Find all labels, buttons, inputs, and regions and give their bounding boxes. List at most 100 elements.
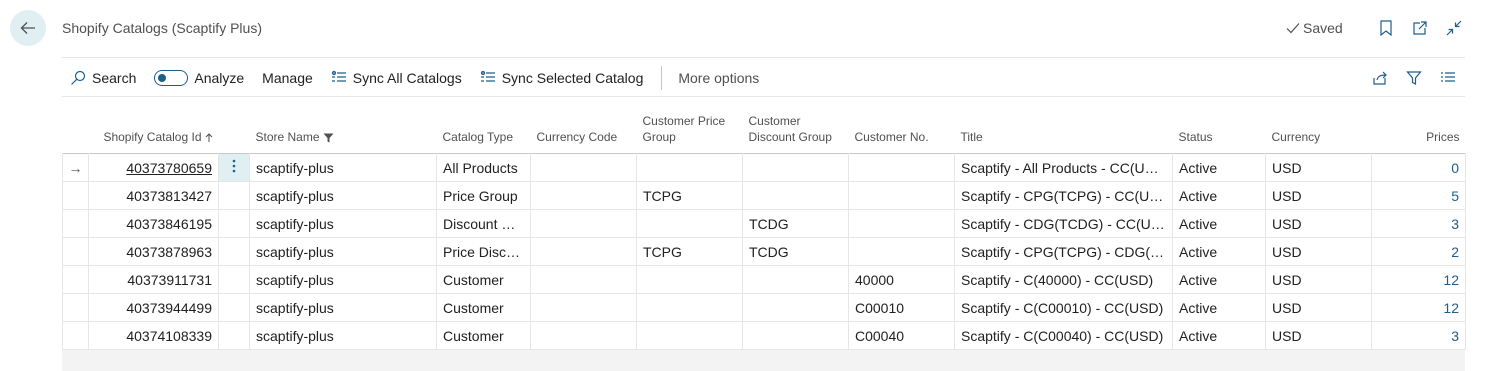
col-header-prices[interactable]: Prices	[1372, 110, 1466, 154]
back-button[interactable]	[10, 10, 46, 46]
customer-discount-group-cell	[742, 293, 849, 322]
row-menu-cell[interactable]	[218, 237, 250, 266]
prices-cell[interactable]: 0	[1371, 153, 1466, 182]
table-header-row: Shopify Catalog Id Store Name Catalog Ty…	[63, 110, 1466, 154]
sync-all-label: Sync All Catalogs	[352, 70, 462, 86]
catalog-type-cell: Price Group	[436, 181, 531, 210]
currency-cell: USD	[1265, 237, 1372, 266]
analyze-label: Analyze	[194, 70, 245, 86]
filter-icon	[323, 133, 334, 143]
store-name-cell: scaptify-plus	[249, 153, 437, 182]
catalog-type-cell: Customer	[436, 321, 531, 350]
catalog-id-cell[interactable]: 40373780659	[88, 153, 219, 182]
catalog-type-cell: All Products	[436, 153, 531, 182]
table-row[interactable]: 40373944499 scaptify-plus Customer C00010 Sc…	[62, 293, 1466, 322]
status-cell: Active	[1172, 321, 1266, 350]
prices-cell[interactable]: 12	[1371, 265, 1466, 294]
sync-selected-catalog-button[interactable]: Sync Selected Catalog	[480, 70, 644, 86]
saved-status: Saved	[1286, 20, 1343, 36]
share-icon[interactable]	[1371, 69, 1389, 87]
bookmark-icon[interactable]	[1376, 18, 1396, 38]
col-header-store-name[interactable]: Store Name	[250, 110, 437, 154]
more-options-button[interactable]: More options	[678, 70, 759, 86]
col-header-currency[interactable]: Currency	[1266, 110, 1372, 154]
arrow-left-icon	[20, 22, 35, 34]
status-cell: Active	[1172, 265, 1266, 294]
catalog-id-cell[interactable]: 40373944499	[88, 293, 219, 322]
customer-no-cell: C00040	[848, 321, 955, 350]
catalog-id-cell[interactable]: 40373813427	[88, 181, 219, 210]
prices-cell[interactable]: 12	[1371, 293, 1466, 322]
col-header-catalog-type[interactable]: Catalog Type	[437, 110, 531, 154]
currency-cell: USD	[1265, 153, 1372, 182]
table-row[interactable]: 40374108339 scaptify-plus Customer C00040 Sc…	[62, 321, 1466, 350]
collapse-icon[interactable]	[1444, 18, 1464, 38]
table-footer-area	[62, 350, 1465, 371]
prices-cell[interactable]: 2	[1371, 237, 1466, 266]
currency-cell: USD	[1265, 209, 1372, 238]
table-row[interactable]: 40373878963 scaptify-plus Price Disco... TC…	[62, 237, 1466, 266]
catalogs-table: Shopify Catalog Id Store Name Catalog Ty…	[62, 110, 1466, 350]
open-new-window-icon[interactable]	[1410, 18, 1430, 38]
row-indicator	[62, 209, 89, 238]
col-header-title[interactable]: Title	[955, 110, 1173, 154]
store-name-cell: scaptify-plus	[249, 237, 437, 266]
arrow-col-header	[63, 110, 89, 154]
title-cell: Scaptify - All Products - CC(USD)	[954, 153, 1173, 182]
title-cell: Scaptify - CDG(TCDG) - CC(USD)	[954, 209, 1173, 238]
prices-cell[interactable]: 3	[1371, 209, 1466, 238]
row-menu-cell[interactable]	[218, 265, 250, 294]
table-row[interactable]: 40373813427 scaptify-plus Price Group TCPG S…	[62, 181, 1466, 210]
customer-discount-group-cell: TCDG	[742, 237, 849, 266]
catalog-id-cell[interactable]: 40373878963	[88, 237, 219, 266]
customer-price-group-cell: TCPG	[636, 237, 743, 266]
currency-code-cell	[530, 181, 637, 210]
customer-no-cell	[848, 181, 955, 210]
filter-icon[interactable]	[1405, 69, 1423, 87]
sort-ascending-icon	[205, 133, 212, 142]
col-header-catalog-id[interactable]: Shopify Catalog Id	[89, 110, 219, 154]
analyze-toggle[interactable]: Analyze	[154, 70, 244, 86]
catalog-id-cell[interactable]: 40373846195	[88, 209, 219, 238]
col-header-customer-price-group[interactable]: Customer Price Group	[637, 110, 743, 154]
toggle-switch[interactable]	[154, 70, 189, 86]
row-menu-cell[interactable]	[218, 209, 250, 238]
catalog-id-cell[interactable]: 40374108339	[88, 321, 219, 350]
col-header-customer-discount-group[interactable]: Customer Discount Group	[743, 110, 849, 154]
currency-code-cell	[530, 237, 637, 266]
col-header-currency-code[interactable]: Currency Code	[531, 110, 637, 154]
search-button[interactable]: Search	[70, 70, 136, 86]
row-indicator	[62, 321, 89, 350]
currency-code-cell	[530, 321, 637, 350]
catalog-id-cell[interactable]: 40373911731	[88, 265, 219, 294]
row-menu-cell[interactable]	[218, 153, 250, 182]
manage-menu[interactable]: Manage	[262, 70, 313, 86]
currency-cell: USD	[1265, 265, 1372, 294]
prices-cell[interactable]: 3	[1371, 321, 1466, 350]
list-view-icon[interactable]	[1439, 69, 1457, 87]
page-title: Shopify Catalogs (Scaptify Plus)	[62, 20, 262, 36]
status-cell: Active	[1172, 237, 1266, 266]
col-header-status[interactable]: Status	[1173, 110, 1266, 154]
action-separator	[661, 66, 663, 90]
table-row[interactable]: → 40373780659 scaptify-plus All Products Sca…	[62, 153, 1466, 182]
row-menu-cell[interactable]	[218, 321, 250, 350]
table-row[interactable]: 40373846195 scaptify-plus Discount Gr... TC…	[62, 209, 1466, 238]
row-menu-cell[interactable]	[218, 181, 250, 210]
row-indicator	[62, 181, 89, 210]
store-name-cell: scaptify-plus	[249, 181, 437, 210]
catalog-type-cell: Price Disco...	[436, 237, 531, 266]
currency-code-cell	[530, 153, 637, 182]
currency-cell: USD	[1265, 321, 1372, 350]
table-row[interactable]: 40373911731 scaptify-plus Customer 40000 Sca…	[62, 265, 1466, 294]
prices-cell[interactable]: 5	[1371, 181, 1466, 210]
customer-discount-group-cell: TCDG	[742, 209, 849, 238]
sync-selected-label: Sync Selected Catalog	[501, 70, 644, 86]
store-name-cell: scaptify-plus	[249, 293, 437, 322]
row-indicator	[62, 293, 89, 322]
col-header-customer-no[interactable]: Customer No.	[849, 110, 955, 154]
row-menu-cell[interactable]	[218, 293, 250, 322]
sync-all-catalogs-button[interactable]: Sync All Catalogs	[331, 70, 462, 86]
customer-no-cell	[848, 237, 955, 266]
row-indicator	[62, 265, 89, 294]
